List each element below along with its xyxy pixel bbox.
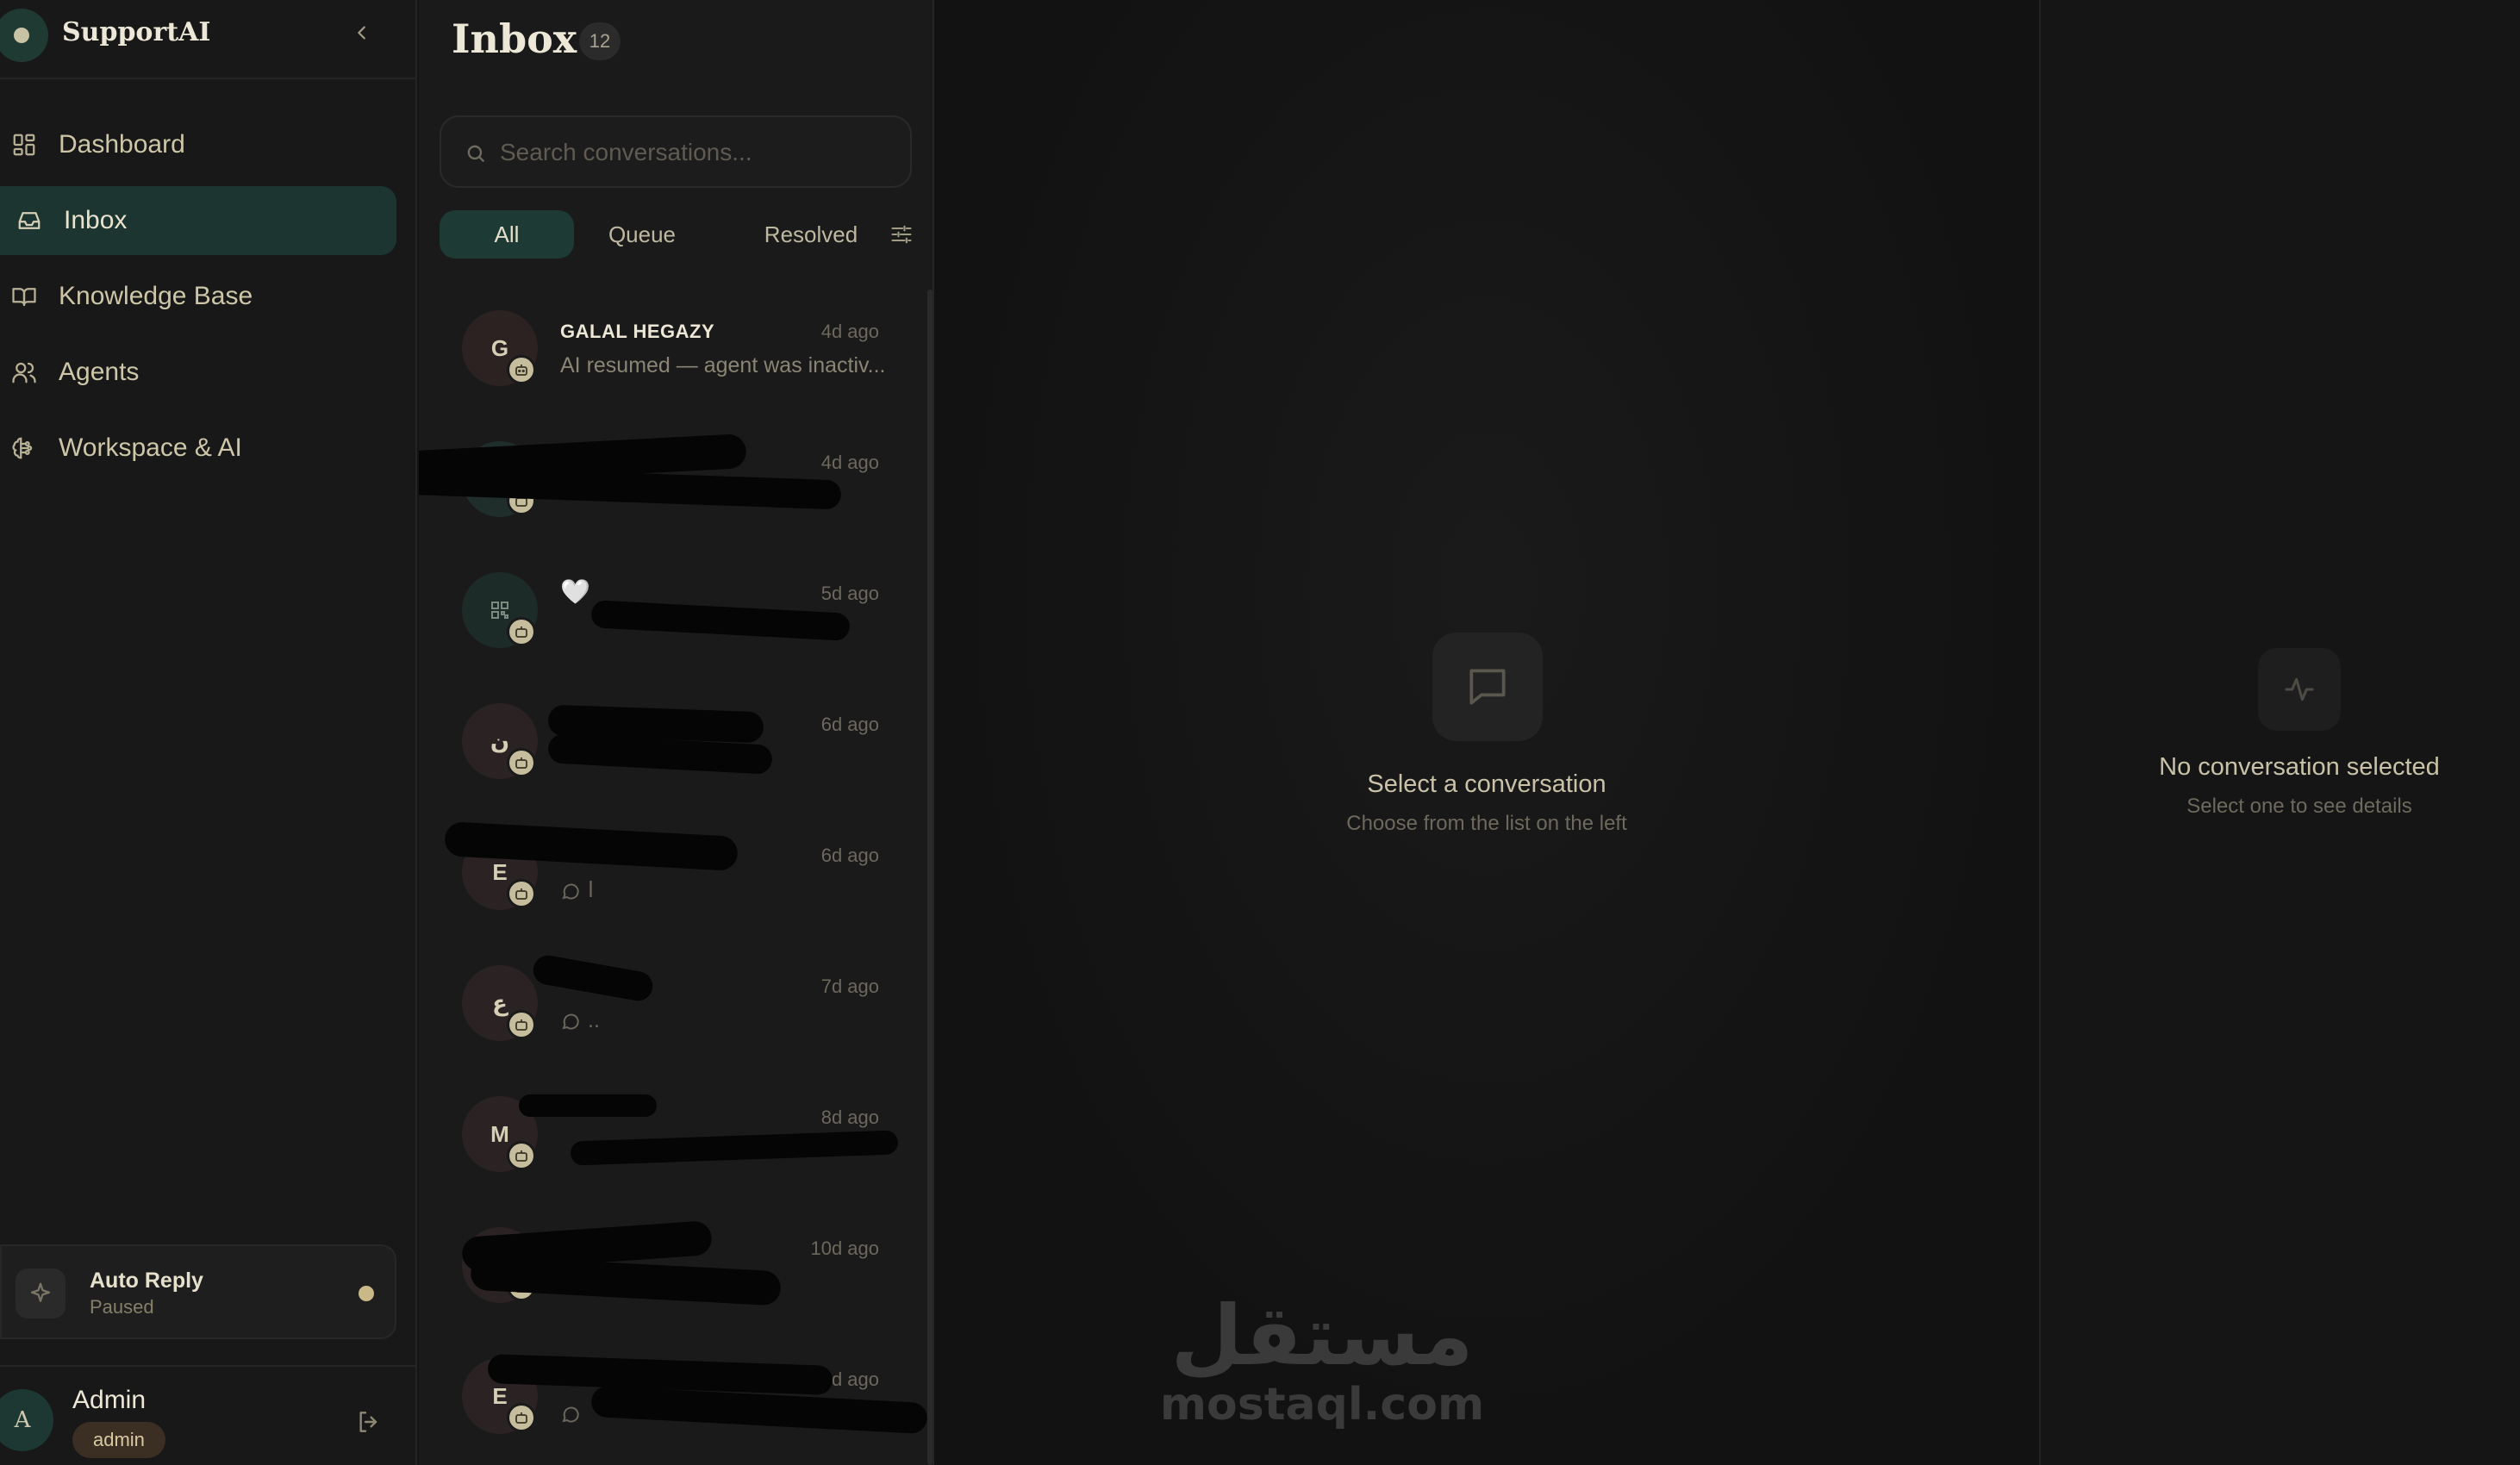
user-profile: A Admin admin (0, 1365, 417, 1465)
chevron-left-icon (358, 26, 365, 40)
redaction-mark (570, 1130, 899, 1166)
brain-icon (9, 433, 40, 464)
inbox-icon (14, 205, 45, 236)
chat-bubble-icon (562, 1013, 579, 1030)
tab-queue[interactable]: Queue (577, 210, 707, 259)
details-empty-subtitle: Select one to see details (2186, 795, 2412, 818)
conversation-time: 6d ago (820, 845, 879, 866)
page-title: Inbox (452, 16, 577, 62)
sparkle-icon (16, 1269, 65, 1318)
chat-bubble-icon (1432, 633, 1543, 741)
conversation-time: 8d ago (820, 1107, 879, 1128)
qr-code-icon (491, 602, 508, 619)
user-name: Admin (72, 1386, 147, 1414)
chat-bubble-icon (562, 883, 579, 900)
preview-text: ا (588, 878, 594, 902)
conversation-preview: .. (560, 1008, 886, 1033)
conversation-time: 6d ago (820, 714, 879, 735)
conversation-view: Select a conversation Choose from the li… (934, 0, 2039, 1465)
brand-name: SupportAI (62, 17, 211, 47)
sidebar-item-label: Workspace & AI (59, 433, 242, 462)
brand-header: SupportAI (0, 0, 417, 79)
watermark-url: mostaql.com (1159, 1379, 1485, 1431)
bot-icon (507, 1010, 536, 1039)
conversation-tabs: All Queue Resolved (440, 210, 912, 259)
redaction-mark (519, 1094, 657, 1117)
conversation-row[interactable]: 🤍 5d ago (419, 552, 927, 683)
conversation-time: 5d ago (820, 583, 879, 604)
tab-resolved[interactable]: Resolved (729, 210, 893, 259)
empty-state-subtitle: Choose from the list on the left (1346, 812, 1627, 835)
logout-icon (359, 1412, 377, 1432)
conversation-row[interactable]: ن 6d ago (419, 683, 927, 814)
sidebar-item-inbox[interactable]: Inbox (0, 186, 396, 255)
sliders-icon (891, 225, 912, 244)
grid-icon (9, 129, 40, 160)
conversation-list-pane: Inbox 12 All Queue Resolved G GALAL HEGA… (419, 0, 934, 1465)
sidebar-item-label: Knowledge Base (59, 282, 253, 310)
bot-icon (507, 1403, 536, 1432)
conversation-time: 7d ago (820, 976, 879, 997)
collapse-sidebar-button[interactable] (343, 14, 381, 52)
conversation-row[interactable]: M 8d ago (419, 1075, 927, 1206)
search-icon (462, 140, 490, 167)
conversation-name: GALAL HEGAZY (560, 321, 715, 342)
details-pane: No conversation selected Select one to s… (2039, 0, 2520, 1465)
conversation-preview: AI resumed — agent was inactiv... (560, 353, 886, 377)
activity-icon (2258, 648, 2341, 731)
conversation-name: 🤍 (560, 578, 590, 605)
sidebar-item-dashboard[interactable]: Dashboard (0, 110, 396, 179)
conversation-row[interactable]: E 6d ago ا (419, 814, 927, 944)
sidebar-item-label: Dashboard (59, 130, 185, 159)
bot-icon (507, 748, 536, 777)
sidebar: SupportAI Dashboard Inbox Knowledge Base (0, 0, 417, 1465)
users-icon (9, 357, 40, 388)
logout-button[interactable] (352, 1405, 386, 1439)
bot-icon (507, 879, 536, 908)
auto-reply-title: Auto Reply (90, 1269, 203, 1293)
bot-icon (507, 617, 536, 646)
conversation-time: 10d ago (810, 1237, 879, 1259)
user-role-badge: admin (72, 1422, 165, 1458)
conversation-preview: ا (560, 877, 886, 903)
empty-state-title: Select a conversation (1367, 770, 1606, 798)
watermark-arabic: مستقل (1170, 1287, 1474, 1384)
sidebar-item-label: Agents (59, 358, 140, 386)
filter-button[interactable] (886, 219, 917, 250)
book-icon (9, 281, 40, 312)
redaction-mark (590, 600, 851, 641)
conversation-row[interactable]: ع 7d ago .. (419, 944, 927, 1075)
inbox-count-badge: 12 (579, 22, 621, 60)
sidebar-item-label: Inbox (64, 206, 128, 234)
chat-bubble-icon (562, 1406, 579, 1423)
avatar: A (0, 1389, 53, 1451)
redaction-mark (531, 953, 655, 1003)
brand-logo (0, 9, 48, 62)
bot-icon (507, 355, 536, 384)
conversation-time: 4d ago (820, 452, 879, 473)
scrollbar[interactable] (927, 290, 933, 1465)
conversation-time: 4d ago (820, 321, 879, 342)
preview-text: .. (588, 1008, 600, 1032)
auto-reply-status-dot (359, 1286, 374, 1301)
details-empty-title: No conversation selected (2159, 753, 2440, 781)
redaction-mark (590, 1385, 928, 1435)
tab-all[interactable]: All (440, 210, 574, 259)
auto-reply-toggle[interactable]: Auto Reply Paused (0, 1244, 396, 1339)
conversation-row[interactable]: 4d ago (419, 421, 927, 552)
bot-icon (507, 1141, 536, 1170)
auto-reply-status: Paused (90, 1296, 154, 1318)
search-box (440, 115, 912, 188)
sidebar-item-workspace-ai[interactable]: Workspace & AI (0, 414, 396, 483)
conversation-row[interactable]: G GALAL HEGAZY 4d ago AI resumed — agent… (419, 290, 927, 421)
watermark: مستقل mostaql.com (1107, 1293, 1538, 1431)
sidebar-item-agents[interactable]: Agents (0, 338, 396, 407)
sidebar-item-knowledge-base[interactable]: Knowledge Base (0, 262, 396, 331)
conversation-row[interactable]: 10d ago (419, 1206, 927, 1337)
conversation-row[interactable]: E 10d ago (419, 1337, 928, 1465)
search-input[interactable] (500, 131, 896, 174)
